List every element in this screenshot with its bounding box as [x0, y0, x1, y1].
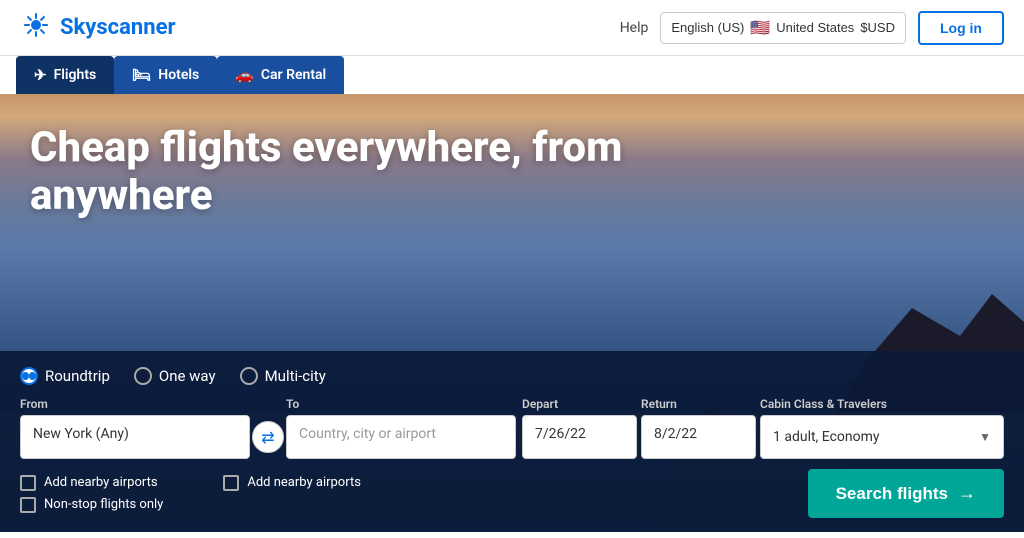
- locale-label: English (US): [671, 20, 744, 35]
- search-arrow-icon: →: [958, 483, 976, 504]
- logo-text: Skyscanner: [60, 15, 176, 40]
- flights-icon: ✈: [34, 66, 47, 84]
- to-nearby-airports-checkbox[interactable]: Add nearby airports: [223, 475, 361, 491]
- oneway-label: One way: [159, 367, 216, 385]
- from-nearby-airports-checkbox[interactable]: Add nearby airports: [20, 475, 163, 491]
- roundtrip-label: Roundtrip: [45, 367, 110, 385]
- depart-field-group: Depart 7/26/22: [522, 397, 637, 459]
- tab-hotels[interactable]: 🛏 Hotels: [114, 56, 217, 94]
- tab-car-rental[interactable]: 🚗 Car Rental: [217, 56, 344, 94]
- nonstop-box[interactable]: [20, 497, 36, 513]
- help-link[interactable]: Help: [620, 20, 649, 36]
- hero-title: Cheap flights everywhere, from anywhere: [30, 124, 622, 221]
- to-field-group: To Country, city or airport: [286, 397, 516, 459]
- trip-type-row: Roundtrip One way Multi-city: [20, 367, 1004, 385]
- tab-hotels-label: Hotels: [158, 67, 199, 83]
- tab-flights[interactable]: ✈ Flights: [16, 56, 114, 94]
- from-label: From: [20, 397, 250, 411]
- return-label: Return: [641, 397, 756, 411]
- multicity-option[interactable]: Multi-city: [240, 367, 326, 385]
- return-field-group: Return 8/2/22: [641, 397, 756, 459]
- from-nearby-airports-box[interactable]: [20, 475, 36, 491]
- to-nearby-airports-label: Add nearby airports: [247, 475, 361, 490]
- cabin-label: Cabin Class & Travelers: [760, 397, 1004, 411]
- roundtrip-option[interactable]: Roundtrip: [20, 367, 110, 385]
- oneway-radio[interactable]: [134, 367, 152, 385]
- return-input[interactable]: 8/2/22: [641, 415, 756, 459]
- nonstop-checkbox[interactable]: Non-stop flights only: [20, 497, 163, 513]
- multicity-radio[interactable]: [240, 367, 258, 385]
- swap-button[interactable]: ⇄: [252, 421, 284, 453]
- bottom-row: Add nearby airports Non-stop flights onl…: [20, 469, 1004, 518]
- login-button[interactable]: Log in: [918, 11, 1004, 45]
- multicity-label: Multi-city: [265, 367, 326, 385]
- cabin-dropdown-icon: ▼: [979, 430, 991, 444]
- to-nearby-airports-box[interactable]: [223, 475, 239, 491]
- search-flights-button[interactable]: Search flights →: [808, 469, 1004, 518]
- cabin-input[interactable]: 1 adult, Economy ▼: [760, 415, 1004, 459]
- locale-selector[interactable]: English (US) 🇺🇸 United States $USD: [660, 12, 906, 44]
- car-icon: 🚗: [235, 66, 254, 84]
- depart-input[interactable]: 7/26/22: [522, 415, 637, 459]
- country-label: United States: [776, 20, 854, 35]
- header-right: Help English (US) 🇺🇸 United States $USD …: [620, 11, 1004, 45]
- swap-icon: ⇄: [261, 428, 274, 447]
- from-input[interactable]: New York (Any): [20, 415, 250, 459]
- oneway-option[interactable]: One way: [134, 367, 216, 385]
- to-input[interactable]: Country, city or airport: [286, 415, 516, 459]
- nonstop-label: Non-stop flights only: [44, 497, 163, 512]
- checkboxes-area: Add nearby airports Non-stop flights onl…: [20, 475, 361, 513]
- tab-flights-label: Flights: [54, 67, 97, 83]
- cabin-field-group: Cabin Class & Travelers 1 adult, Economy…: [760, 397, 1004, 459]
- from-checkboxes: Add nearby airports Non-stop flights onl…: [20, 475, 163, 513]
- flag-icon: 🇺🇸: [750, 18, 770, 38]
- search-panel: Roundtrip One way Multi-city From New Yo…: [0, 351, 1024, 532]
- search-button-label: Search flights: [836, 484, 948, 504]
- currency-label: $USD: [860, 20, 895, 35]
- fields-row: From New York (Any) ⇄ To Country, city o…: [20, 397, 1004, 459]
- header: Skyscanner Help English (US) 🇺🇸 United S…: [0, 0, 1024, 56]
- depart-label: Depart: [522, 397, 637, 411]
- tab-car-label: Car Rental: [261, 67, 326, 83]
- hero-section: Cheap flights everywhere, from anywhere …: [0, 94, 1024, 532]
- from-nearby-airports-label: Add nearby airports: [44, 475, 158, 490]
- to-label: To: [286, 397, 516, 411]
- nav-tabs: ✈ Flights 🛏 Hotels 🚗 Car Rental: [0, 56, 1024, 94]
- to-checkboxes: Add nearby airports: [223, 475, 361, 513]
- logo-icon: [20, 12, 52, 44]
- roundtrip-radio[interactable]: [20, 367, 38, 385]
- hotels-icon: 🛏: [132, 66, 151, 84]
- from-field-group: From New York (Any): [20, 397, 250, 459]
- logo-area[interactable]: Skyscanner: [20, 12, 176, 44]
